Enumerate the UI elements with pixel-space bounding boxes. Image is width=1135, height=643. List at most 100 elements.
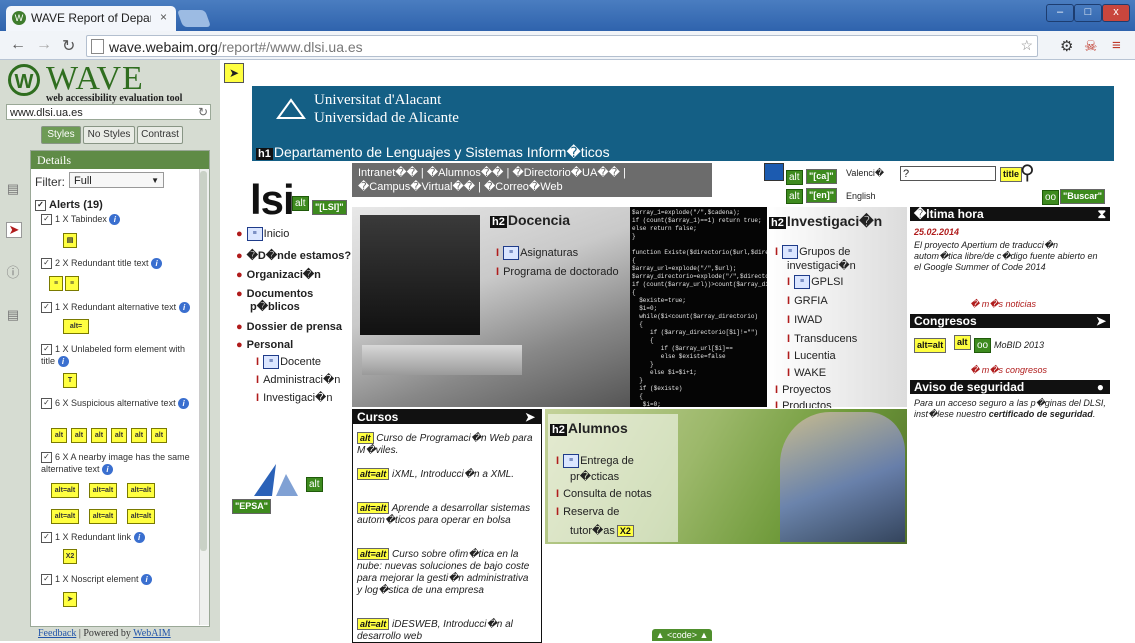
same-alt-alert-icon[interactable]: alt=alt (127, 509, 155, 524)
bookmark-star-icon[interactable]: ☆ (1020, 37, 1033, 54)
tab-styles[interactable]: Styles (41, 126, 81, 144)
new-tab-button[interactable] (176, 10, 212, 27)
lang-valencia-link[interactable]: Valenci� (846, 168, 884, 179)
alumnos-item[interactable]: I ≡ Entrega de (556, 454, 634, 468)
alert-checkbox[interactable]: ✓ (41, 398, 52, 410)
info-icon[interactable]: i (102, 464, 114, 476)
invest-item[interactable]: I ≡ Grupos de (775, 245, 850, 259)
redundant-alt-alert-icon[interactable]: alt= (63, 319, 89, 334)
search-magnifier-icon[interactable]: ⚲ (1020, 160, 1035, 185)
info-icon[interactable]: i (178, 398, 190, 410)
nav-item-donde[interactable]: ● �D�nde estamos? (236, 250, 351, 263)
nav-item-dossier[interactable]: ● Dossier de prensa (236, 321, 342, 334)
same-alt-icon[interactable]: alt=alt (914, 338, 947, 353)
news-text[interactable]: El proyecto Apertium de traducci�n autom… (914, 240, 1106, 273)
alerts-checkbox[interactable]: ✓ (35, 199, 46, 211)
search-button-alt-icon[interactable]: oo (1042, 190, 1060, 205)
window-close-button[interactable]: x (1102, 4, 1130, 22)
curso-item[interactable]: alt=alt Aprende a desarrollar sistemas a… (357, 502, 535, 527)
rss-icon[interactable]: ⧗ (1098, 207, 1106, 221)
suspicious-alt-alert-icon[interactable]: alt (111, 428, 127, 443)
alert-checkbox[interactable]: ✓ (41, 214, 52, 226)
reload-icon[interactable]: ↻ (62, 36, 75, 56)
nav-item-inicio[interactable]: ● ≡ Inicio (236, 227, 289, 241)
title-alert-icon[interactable]: title (1000, 167, 1023, 182)
personal-sub-investigacion[interactable]: I Investigaci�n (256, 391, 332, 404)
search-button[interactable]: "Buscar" (1060, 189, 1106, 204)
same-alt-alert-icon[interactable]: alt=alt (89, 483, 117, 498)
docencia-item[interactable]: I Programa de doctorado (496, 266, 619, 278)
invest-item[interactable]: I IWAD (787, 314, 822, 326)
personal-sub-docente[interactable]: I ≡ Docente (256, 355, 321, 369)
alert-item[interactable]: ✓ 6 X A nearby image has the same alterna… (41, 451, 196, 476)
same-alt-alert-icon[interactable]: alt=alt (127, 483, 155, 498)
invest-item[interactable]: I Lucentia (787, 350, 836, 362)
info-icon[interactable]: i (109, 214, 121, 226)
nav-item-personal[interactable]: ● Personal (236, 339, 293, 352)
info-icon[interactable]: i (133, 532, 145, 544)
nav-item-organizacion[interactable]: ● Organizaci�n (236, 269, 321, 282)
alert-item[interactable]: ✓ 1 X Redundant link i (41, 531, 196, 544)
invest-item[interactable]: I Transducens (787, 333, 857, 345)
refresh-icon[interactable]: ↻ (198, 105, 208, 119)
alert-checkbox[interactable]: ✓ (41, 532, 52, 544)
documentation-info-icon[interactable]: ⓘ (6, 266, 20, 280)
info-icon[interactable]: i (57, 356, 69, 368)
extension-icon[interactable]: ☠ (1084, 37, 1097, 55)
alumnos-item[interactable]: I Reserva de (556, 506, 619, 518)
suspicious-alt-icon[interactable]: alt (954, 335, 971, 350)
invest-item[interactable]: investigaci�n (787, 259, 856, 272)
alumnos-item[interactable]: I Consulta de notas (556, 488, 652, 500)
more-news-link[interactable]: � m�s noticias (970, 299, 1036, 310)
summary-icon[interactable]: ▤ (6, 182, 20, 196)
alert-checkbox[interactable]: ✓ (41, 574, 52, 586)
suspicious-alt-alert-icon[interactable]: alt (71, 428, 87, 443)
invest-item[interactable]: I ≡ GPLSI (787, 275, 843, 289)
suspicious-alt-alert-icon[interactable]: alt (131, 428, 147, 443)
alert-item[interactable]: ✓ 1 X Noscript element i (41, 573, 196, 586)
outline-icon[interactable]: ▤ (6, 308, 20, 322)
code-toggle-button[interactable]: ▲ <code> ▲ (652, 629, 712, 641)
docencia-item[interactable]: I ≡ Asignaturas (496, 246, 578, 260)
tab-close-icon[interactable]: × (160, 10, 167, 24)
top-links-line-2[interactable]: �Campus�Virtual�� | �Correo�Web (358, 180, 706, 194)
link-alt-icon[interactable]: oo (974, 338, 992, 353)
invest-item[interactable]: I Productos (775, 400, 832, 408)
redundant-link-alert-icon[interactable]: X2 (63, 549, 77, 564)
curso-item[interactable]: alt=alt Curso sobre ofim�tica en la nube… (357, 548, 535, 597)
filter-select[interactable]: Full ▼ (69, 172, 164, 188)
lang-english-link[interactable]: English (846, 191, 876, 201)
alerts-heading[interactable]: ✓ Alerts (19) (35, 199, 103, 211)
alert-item[interactable]: ✓ 1 X Tabindex i (41, 213, 196, 226)
more-congresos-link[interactable]: � m�s congresos (970, 365, 1047, 376)
forward-arrow-icon[interactable]: → (36, 36, 52, 54)
tab-contrast[interactable]: Contrast (137, 126, 183, 144)
same-alt-alert-icon[interactable]: alt=alt (51, 483, 79, 498)
alt-tag-ca[interactable]: alt (786, 170, 803, 185)
feedback-link[interactable]: Feedback (38, 628, 76, 639)
personal-sub-admin[interactable]: I Administraci�n (256, 373, 340, 386)
tabindex-alert-icon[interactable]: ▤ (63, 233, 77, 248)
nav-item-documentos[interactable]: ● Documentos (236, 288, 313, 301)
invest-item[interactable]: I GRFIA (787, 295, 828, 307)
invest-item[interactable]: I Proyectos (775, 384, 831, 396)
curso-item[interactable]: alt Curso de Programaci�n Web para M�vil… (357, 432, 535, 457)
same-alt-alert-icon[interactable]: alt=alt (89, 509, 117, 524)
alert-checkbox[interactable]: ✓ (41, 258, 52, 270)
suspicious-alt-alert-icon[interactable]: alt (151, 428, 167, 443)
alumnos-item[interactable]: pr�cticas (570, 470, 619, 483)
tab-no-styles[interactable]: No Styles (83, 126, 135, 144)
alumnos-item[interactable]: tutor�as X2 (570, 524, 634, 538)
top-links-line-1[interactable]: Intranet�� | �Alumnos�� | �Directorio�UA… (358, 166, 706, 180)
alert-item[interactable]: ✓ 1 X Redundant alternative text i (41, 301, 196, 314)
alert-item[interactable]: ✓ 1 X Unlabeled form element with title i (41, 343, 196, 368)
redundant-title-alert-icon[interactable]: ≡ (65, 276, 79, 291)
back-arrow-icon[interactable]: ← (10, 36, 26, 54)
redundant-title-alert-icon[interactable]: ≡ (49, 276, 63, 291)
info-icon[interactable]: i (151, 258, 163, 270)
webaim-link[interactable]: WebAIM (133, 628, 171, 639)
window-maximize-button[interactable]: □ (1074, 4, 1102, 22)
alert-item[interactable]: ✓ 6 X Suspicious alternative text i (41, 397, 196, 410)
lsi-logo[interactable]: lsi (250, 176, 295, 224)
curso-item[interactable]: alt=alt iDESWEB, Introducci�n al desarro… (357, 618, 535, 642)
